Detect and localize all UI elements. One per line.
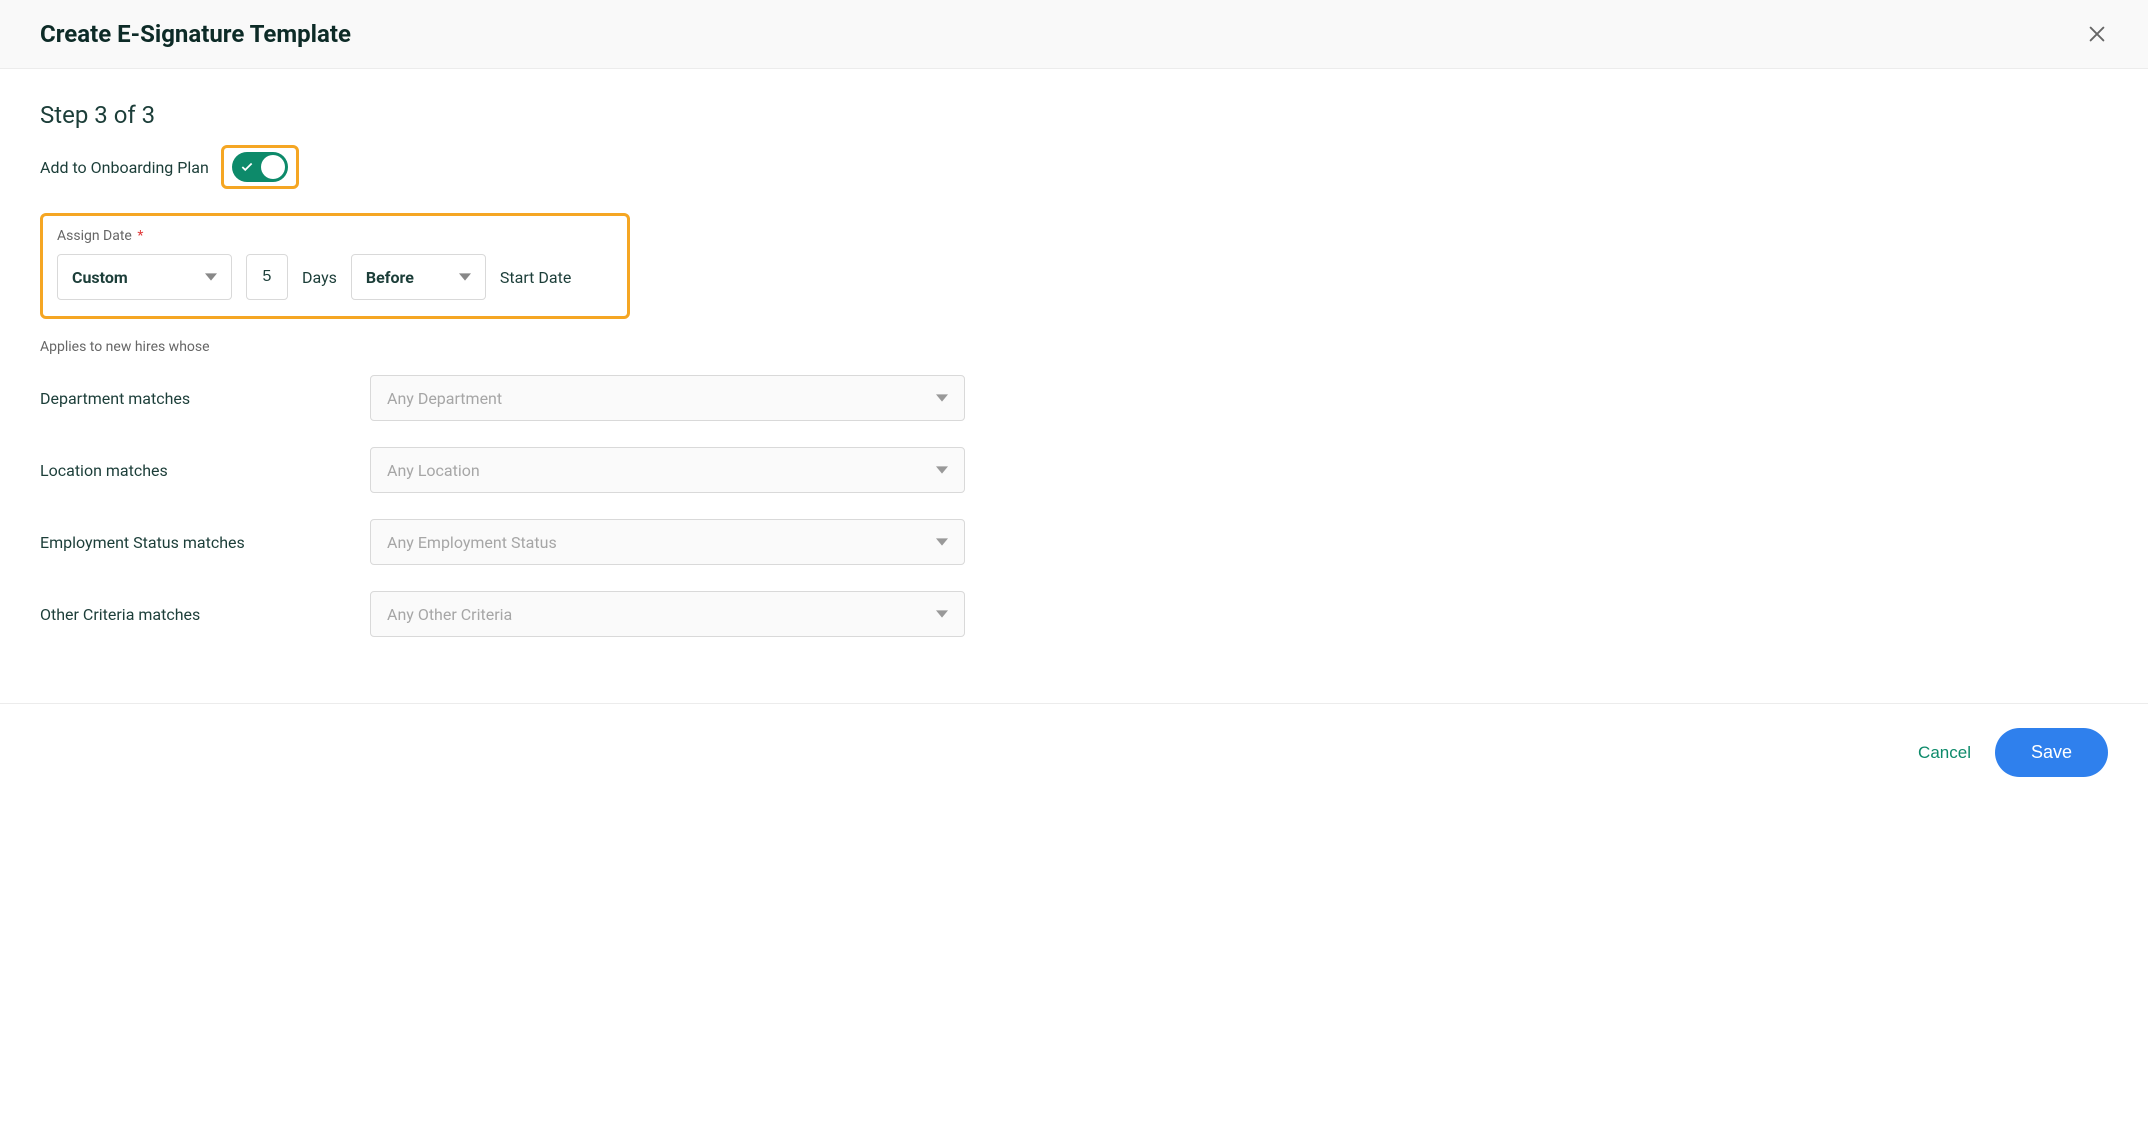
chevron-down-icon [205,272,217,282]
assign-date-relation-value: Before [366,268,414,287]
other-criteria-select[interactable]: Any Other Criteria [370,591,965,637]
employment-status-matches-label: Employment Status matches [40,533,370,552]
chevron-down-icon [459,272,471,282]
onboarding-plan-toggle[interactable] [232,152,288,182]
location-select-placeholder: Any Location [387,461,480,480]
modal-body: Step 3 of 3 Add to Onboarding Plan Assig… [0,69,2148,703]
assign-date-label: Assign Date * [57,228,613,244]
toggle-highlight-box [221,145,299,189]
criteria-row-employment-status: Employment Status matches Any Employment… [40,519,2108,565]
location-select[interactable]: Any Location [370,447,965,493]
department-select[interactable]: Any Department [370,375,965,421]
step-indicator: Step 3 of 3 [40,101,2108,129]
criteria-row-location: Location matches Any Location [40,447,2108,493]
onboarding-plan-toggle-row: Add to Onboarding Plan [40,145,2108,189]
department-matches-label: Department matches [40,389,370,408]
modal-title: Create E-Signature Template [40,20,351,48]
modal-header: Create E-Signature Template [0,0,2148,69]
assign-date-section: Assign Date * Custom Days Before [40,213,630,319]
onboarding-plan-toggle-label: Add to Onboarding Plan [40,158,209,177]
employment-status-select[interactable]: Any Employment Status [370,519,965,565]
cancel-button[interactable]: Cancel [1918,743,1971,763]
other-criteria-select-placeholder: Any Other Criteria [387,605,512,624]
employment-status-select-placeholder: Any Employment Status [387,533,557,552]
assign-date-type-select[interactable]: Custom [57,254,232,300]
chevron-down-icon [936,605,948,623]
required-indicator: * [137,228,143,244]
toggle-thumb [261,155,285,179]
start-date-label: Start Date [500,268,571,287]
modal-footer: Cancel Save [0,703,2148,801]
days-label: Days [302,268,337,287]
location-matches-label: Location matches [40,461,370,480]
other-criteria-matches-label: Other Criteria matches [40,605,370,624]
assign-date-type-value: Custom [72,268,128,287]
save-button[interactable]: Save [1995,728,2108,777]
create-esignature-template-modal: Create E-Signature Template Step 3 of 3 … [0,0,2148,801]
chevron-down-icon [936,461,948,479]
check-icon [240,160,254,174]
assign-date-relation-select[interactable]: Before [351,254,486,300]
assign-date-controls: Custom Days Before Start Date [57,254,613,300]
chevron-down-icon [936,389,948,407]
assign-date-label-text: Assign Date [57,228,132,244]
close-icon[interactable] [2086,23,2108,45]
criteria-row-department: Department matches Any Department [40,375,2108,421]
assign-date-days-input[interactable] [246,254,288,300]
chevron-down-icon [936,533,948,551]
applies-to-label: Applies to new hires whose [40,339,2108,355]
department-select-placeholder: Any Department [387,389,502,408]
criteria-row-other: Other Criteria matches Any Other Criteri… [40,591,2108,637]
